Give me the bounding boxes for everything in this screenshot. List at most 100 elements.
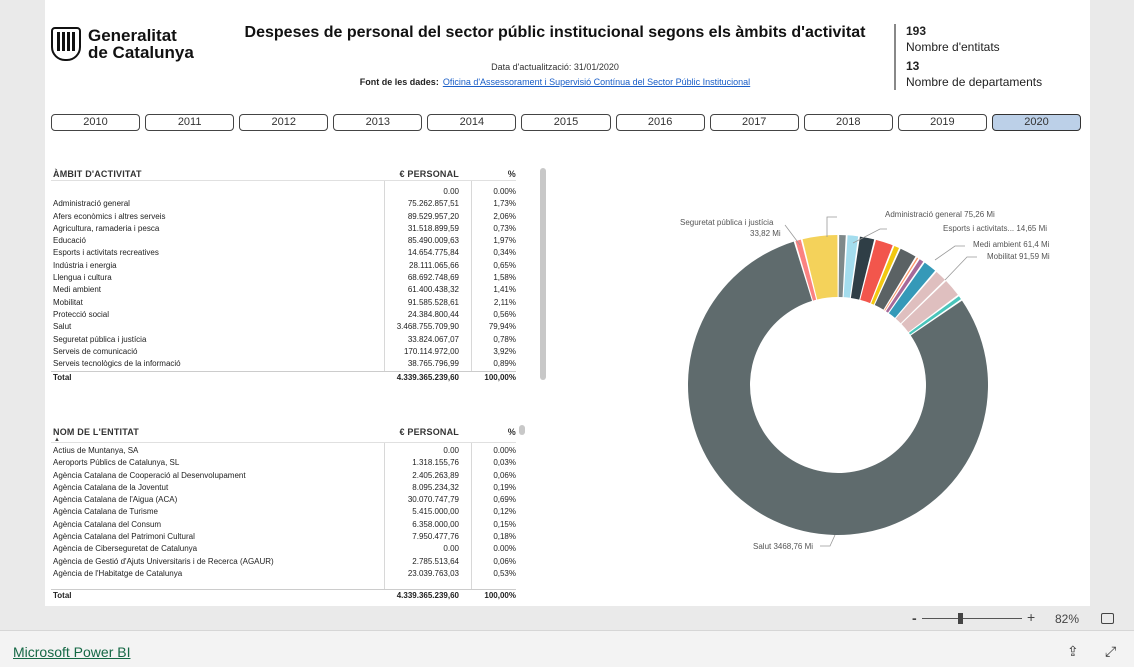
- report-title: Despeses de personal del sector públic i…: [244, 24, 866, 41]
- cell-name: Afers econòmics i altres serveis: [53, 211, 166, 221]
- table-row[interactable]: Educació 85.490.009,63 1,97%: [51, 235, 516, 247]
- cell-name: Agència de Gestió d'Ajuts Universitaris …: [53, 556, 274, 566]
- cell-name: Administració general: [53, 199, 130, 209]
- total-label: Total: [53, 591, 72, 600]
- table-row[interactable]: Agència Catalana de l'Aigua (ACA) 30.070.…: [51, 494, 516, 506]
- medi-leader-line: [934, 245, 965, 261]
- zoom-out-button[interactable]: -: [912, 610, 917, 626]
- label-esports: Esports i activitats... 14,65 Mi: [943, 224, 1047, 233]
- ambit-table-header: ÀMBIT D'ACTIVITAT € PERSONAL %: [51, 167, 516, 181]
- year-button-2012[interactable]: 2012: [239, 114, 329, 131]
- cell-name: Indústria i energia: [53, 260, 117, 270]
- table-row[interactable]: Agència de Ciberseguretat de Catalunya 0.…: [51, 543, 516, 555]
- year-button-2018[interactable]: 2018: [803, 114, 893, 131]
- cell-value: 2.405.263,89: [412, 470, 459, 480]
- col-ambit-header[interactable]: ÀMBIT D'ACTIVITAT: [53, 169, 142, 179]
- year-button-2019[interactable]: 2019: [897, 114, 987, 131]
- year-button-2015[interactable]: 2015: [521, 114, 611, 131]
- cell-name: Llengua i cultura: [53, 273, 112, 283]
- year-button-2017[interactable]: 2017: [709, 114, 799, 131]
- source-link[interactable]: Oficina d'Assessorament i Supervisió Con…: [443, 77, 750, 87]
- entity-table-header: NOM DE L'ENTITAT ▲ € PERSONAL %: [51, 425, 516, 443]
- kpi-entities-label: Nombre d'entitats: [906, 40, 1000, 54]
- footer-bar: Microsoft Power BI ⇪ ⤢: [0, 630, 1134, 667]
- admin-leader-line: [826, 216, 837, 237]
- year-button-2010[interactable]: 2010: [51, 114, 141, 131]
- table-row[interactable]: Administració general 75.262.857,51 1,73%: [51, 198, 516, 210]
- cell-pct: 0,06%: [493, 556, 516, 566]
- year-button-2020[interactable]: 2020: [991, 114, 1082, 131]
- cell-value: 8.095.234,32: [412, 482, 459, 492]
- fit-to-page-icon[interactable]: [1101, 613, 1114, 624]
- cell-value: 0.00: [443, 544, 459, 554]
- cell-name: Protecció social: [53, 309, 110, 319]
- ambit-total-row: Total 4.339.365.239,60 100,00%: [51, 371, 516, 383]
- table-row[interactable]: Medi ambient 61.400.438,32 1,41%: [51, 284, 516, 296]
- cell-name: Aeroports Públics de Catalunya, SL: [53, 458, 180, 468]
- logo-line2: de Catalunya: [88, 43, 194, 62]
- col-entity-header[interactable]: NOM DE L'ENTITAT: [53, 427, 139, 437]
- table-row[interactable]: Agricultura, ramaderia i pesca 31.518.899…: [51, 223, 516, 235]
- cell-name: Seguretat pública i justícia: [53, 334, 147, 344]
- table-row[interactable]: Agència de l'Habitatge de Catalunya 23.03…: [51, 568, 516, 580]
- zoom-slider-track[interactable]: [922, 618, 1022, 619]
- zoom-slider-thumb[interactable]: [958, 613, 963, 624]
- label-admin: Administració general 75,26 Mi: [885, 210, 995, 219]
- table-row[interactable]: Indústria i energia 28.111.065,66 0,65%: [51, 260, 516, 272]
- share-icon[interactable]: ⇪: [1067, 643, 1079, 660]
- zoom-in-button[interactable]: +: [1027, 609, 1035, 625]
- table-row[interactable]: Esports i activitats recreatives 14.654.7…: [51, 247, 516, 259]
- fullscreen-icon[interactable]: ⤢: [1105, 643, 1116, 660]
- table-row[interactable]: Aeroports Públics de Catalunya, SL 1.318.…: [51, 457, 516, 469]
- table-row[interactable]: Afers econòmics i altres serveis 89.529.9…: [51, 211, 516, 223]
- cell-value: 170.114.972,00: [403, 346, 459, 356]
- table-row[interactable]: Llengua i cultura 68.692.748,69 1,58%: [51, 272, 516, 284]
- col-pct-header[interactable]: %: [508, 427, 516, 437]
- table-row[interactable]: 0.00 0.00%: [51, 186, 516, 198]
- table-row[interactable]: Seguretat pública i justícia 33.824.067,0…: [51, 334, 516, 346]
- year-button-2016[interactable]: 2016: [615, 114, 705, 131]
- report-viewer: Generalitat de Catalunya Despeses de per…: [0, 0, 1134, 667]
- ambit-table: ÀMBIT D'ACTIVITAT € PERSONAL % 0.00 0.00%…: [51, 167, 516, 383]
- table-row[interactable]: Protecció social 24.384.800,44 0,56%: [51, 309, 516, 321]
- total-label: Total: [53, 373, 72, 382]
- cell-name: Agència Catalana del Patrimoni Cultural: [53, 532, 195, 542]
- entity-table-scrollbar[interactable]: [519, 425, 525, 435]
- table-row[interactable]: Agència Catalana de Turisme 5.415.000,00 0…: [51, 506, 516, 518]
- cell-pct: 0,12%: [493, 507, 516, 517]
- cell-pct: 0,19%: [493, 482, 516, 492]
- table-row[interactable]: Serveis de comunicació 170.114.972,00 3,92…: [51, 346, 516, 358]
- cell-name: Agència de Ciberseguretat de Catalunya: [53, 544, 198, 554]
- table-row[interactable]: Serveis tecnològics de la informació 38.7…: [51, 358, 516, 370]
- cell-value: 23.039.763,03: [407, 568, 459, 578]
- year-button-2014[interactable]: 2014: [427, 114, 517, 131]
- cell-pct: 0,06%: [493, 470, 516, 480]
- table-row[interactable]: Agència Catalana de la Joventut 8.095.234…: [51, 482, 516, 494]
- year-button-2013[interactable]: 2013: [333, 114, 423, 131]
- cell-value: 3.468.755.709,90: [396, 322, 459, 332]
- table-row[interactable]: Mobilitat 91.585.528,61 2,11%: [51, 297, 516, 309]
- cell-name: Actius de Muntanya, SA: [53, 446, 139, 455]
- table-row[interactable]: Agència Catalana del Patrimoni Cultural 7…: [51, 531, 516, 543]
- cell-pct: 0,03%: [493, 458, 516, 468]
- col-pct-header[interactable]: %: [508, 169, 516, 179]
- col-personal-header[interactable]: € PERSONAL: [399, 169, 459, 179]
- table-row[interactable]: Agència Catalana del Consum 6.358.000,00 0…: [51, 519, 516, 531]
- cell-value: 89.529.957,20: [407, 211, 459, 221]
- cell-name: Salut: [53, 322, 72, 332]
- logo-line1: Generalitat: [88, 26, 177, 45]
- cell-name: Agricultura, ramaderia i pesca: [53, 223, 160, 233]
- col-personal-header[interactable]: € PERSONAL: [399, 427, 459, 437]
- power-bi-link[interactable]: Microsoft Power BI: [13, 644, 130, 660]
- table-row[interactable]: Agència Catalana de Cooperació al Desenv…: [51, 470, 516, 482]
- generalitat-logo: Generalitat de Catalunya: [51, 24, 211, 64]
- table-row[interactable]: Agència de Gestió d'Ajuts Universitaris …: [51, 556, 516, 568]
- cell-value: 6.358.000,00: [412, 519, 459, 529]
- cell-pct: 1,58%: [493, 273, 516, 283]
- year-button-2011[interactable]: 2011: [145, 114, 235, 131]
- ambit-table-scrollbar[interactable]: [540, 168, 546, 380]
- source-label: Font de les dades:: [359, 77, 439, 87]
- table-row[interactable]: Salut 3.468.755.709,90 79,94%: [51, 321, 516, 333]
- cell-value: 61.400.438,32: [407, 285, 459, 295]
- table-row[interactable]: Actius de Muntanya, SA 0.00 0.00%: [51, 445, 516, 457]
